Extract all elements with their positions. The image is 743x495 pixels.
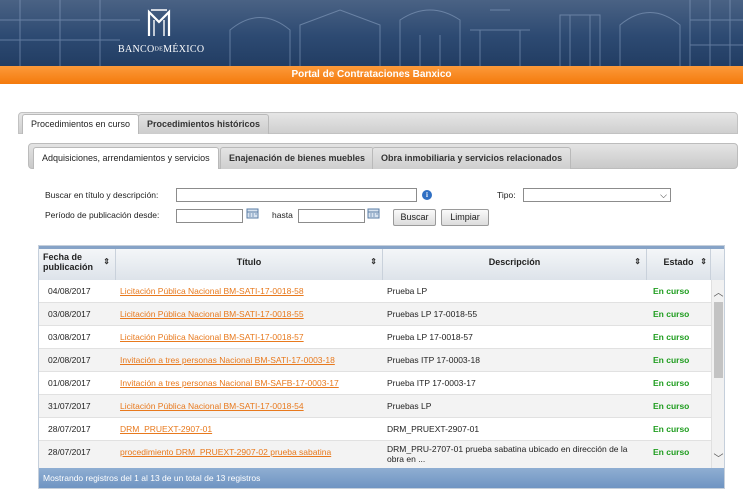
- cell-status: En curso: [653, 286, 690, 296]
- cell-title-link[interactable]: Licitación Pública Nacional BM-SATI-17-0…: [120, 326, 380, 349]
- procedures-table: Fecha de publicación ⇕ Título ⇕ Descripc…: [38, 245, 725, 489]
- header-date-line1: Fecha de: [43, 252, 83, 262]
- cell-description: DRM_PRU-2707-01 prueba sabatina ubicado …: [387, 444, 628, 464]
- inner-tabs: Adquisiciones, arrendamientos y servicio…: [28, 143, 738, 169]
- table-row: 01/08/2017 Invitación a tres personas Nac…: [39, 372, 711, 395]
- type-label: Tipo:: [497, 190, 516, 200]
- cell-date: 28/07/2017: [48, 424, 91, 434]
- info-icon[interactable]: i: [422, 190, 432, 200]
- outer-tabs: Procedimientos en curso Procedimientos h…: [18, 112, 738, 134]
- tab-enajenacion[interactable]: Enajenación de bienes muebles: [220, 147, 375, 169]
- scrollbar-thumb[interactable]: [714, 302, 723, 378]
- cell-status: En curso: [653, 309, 690, 319]
- cell-description: Pruebas ITP 17-0003-18: [387, 355, 480, 365]
- table-row: 02/08/2017 Invitación a tres personas Nac…: [39, 349, 711, 372]
- header-date-line2: publicación: [43, 262, 94, 272]
- cell-date: 01/08/2017: [48, 378, 91, 388]
- type-select[interactable]: ⌵: [523, 188, 671, 202]
- header-title[interactable]: Título ⇕: [116, 249, 383, 280]
- brand-name-small: DE: [154, 46, 164, 53]
- portal-title-bar: Portal de Contrataciones Banxico: [0, 66, 743, 84]
- calendar-icon[interactable]: [246, 208, 259, 219]
- table-row: 03/08/2017 Licitación Pública Nacional BM…: [39, 303, 711, 326]
- cell-description: Pruebas LP: [387, 401, 432, 411]
- until-label: hasta: [272, 210, 293, 220]
- table-row: 03/08/2017 Licitación Pública Nacional BM…: [39, 326, 711, 349]
- search-title-label: Buscar en título y descripción:: [45, 190, 159, 200]
- sort-icon: ⇕: [634, 257, 641, 266]
- cell-status: En curso: [653, 332, 690, 342]
- date-until-input[interactable]: [298, 209, 365, 223]
- portal-title: Portal de Contrataciones Banxico: [291, 69, 452, 80]
- cell-date: 31/07/2017: [48, 401, 91, 411]
- header-banner: BANCODEMÉXICO: [0, 0, 743, 66]
- cell-title-link[interactable]: Invitación a tres personas Nacional BM-S…: [120, 372, 380, 395]
- cell-status: En curso: [653, 447, 690, 457]
- header-status[interactable]: Estado ⇕: [647, 249, 711, 280]
- brand-name: BANCODEMÉXICO: [118, 44, 204, 55]
- clear-button[interactable]: Limpiar: [441, 209, 489, 226]
- cell-status: En curso: [653, 424, 690, 434]
- tab-procedimientos-historicos[interactable]: Procedimientos históricos: [138, 114, 270, 134]
- cell-date: 02/08/2017: [48, 355, 91, 365]
- cell-date: 04/08/2017: [48, 286, 91, 296]
- header-date[interactable]: Fecha de publicación ⇕: [39, 249, 116, 280]
- tab-obra-inmobiliaria[interactable]: Obra inmobiliaria y servicios relacionad…: [372, 147, 572, 169]
- cell-title-link[interactable]: Licitación Pública Nacional BM-SATI-17-0…: [120, 280, 380, 303]
- table-header: Fecha de publicación ⇕ Título ⇕ Descripc…: [39, 246, 724, 280]
- sort-icon: ⇕: [370, 257, 377, 266]
- cell-title-link[interactable]: procedimiento DRM_PRUEXT-2907-02 prueba …: [120, 441, 380, 464]
- cell-date: 03/08/2017: [48, 332, 91, 342]
- calendar-icon[interactable]: [367, 208, 380, 219]
- brand-name-left: BANCO: [118, 44, 155, 55]
- header-title-label: Título: [236, 257, 262, 267]
- tab-adquisiciones[interactable]: Adquisiciones, arrendamientos y servicio…: [33, 147, 219, 169]
- sort-icon: ⇕: [103, 257, 110, 266]
- header-description-label: Descripción: [488, 257, 541, 267]
- cell-status: En curso: [653, 355, 690, 365]
- cell-title-link[interactable]: Licitación Pública Nacional BM-SATI-17-0…: [120, 395, 380, 418]
- header-description[interactable]: Descripción ⇕: [383, 249, 647, 280]
- table-row: 04/08/2017 Licitación Pública Nacional BM…: [39, 280, 711, 303]
- cell-description: Prueba ITP 17-0003-17: [387, 378, 476, 388]
- period-label: Período de publicación desde:: [45, 210, 160, 220]
- table-scrollbar[interactable]: ︿ ﹀: [711, 280, 724, 470]
- cell-status: En curso: [653, 401, 690, 411]
- tab-procedimientos-en-curso[interactable]: Procedimientos en curso: [22, 114, 140, 134]
- search-button[interactable]: Buscar: [393, 209, 436, 226]
- date-from-input[interactable]: [176, 209, 243, 223]
- chevron-down-icon: ⌵: [660, 190, 667, 200]
- chevron-down-icon[interactable]: ﹀: [713, 454, 724, 466]
- sort-icon: ⇕: [700, 257, 707, 266]
- cell-description: Prueba LP: [387, 286, 428, 296]
- chevron-up-icon[interactable]: ︿: [713, 288, 724, 300]
- banner-architecture-graphic: [0, 0, 743, 66]
- cell-date: 28/07/2017: [48, 447, 91, 457]
- cell-date: 03/08/2017: [48, 309, 91, 319]
- table-footer: Mostrando registros del 1 al 13 de un to…: [39, 468, 724, 488]
- cell-description: Pruebas LP 17-0018-55: [387, 309, 478, 319]
- banxico-logo-icon: [147, 9, 171, 36]
- cell-description: DRM_PRUEXT-2907-01: [387, 424, 480, 434]
- cell-title-link[interactable]: DRM_PRUEXT-2907-01: [120, 418, 380, 441]
- brand-name-right: MÉXICO: [163, 44, 205, 55]
- cell-title-link[interactable]: Invitación a tres personas Nacional BM-S…: [120, 349, 380, 372]
- table-row: 28/07/2017 DRM_PRUEXT-2907-01 DRM_PRUEXT-2…: [39, 418, 711, 441]
- cell-title-link[interactable]: Licitación Pública Nacional BM-SATI-17-0…: [120, 303, 380, 326]
- cell-description: Prueba LP 17-0018-57: [387, 332, 473, 342]
- cell-status: En curso: [653, 378, 690, 388]
- search-title-input[interactable]: [176, 188, 417, 202]
- table-row: 31/07/2017 Licitación Pública Nacional BM…: [39, 395, 711, 418]
